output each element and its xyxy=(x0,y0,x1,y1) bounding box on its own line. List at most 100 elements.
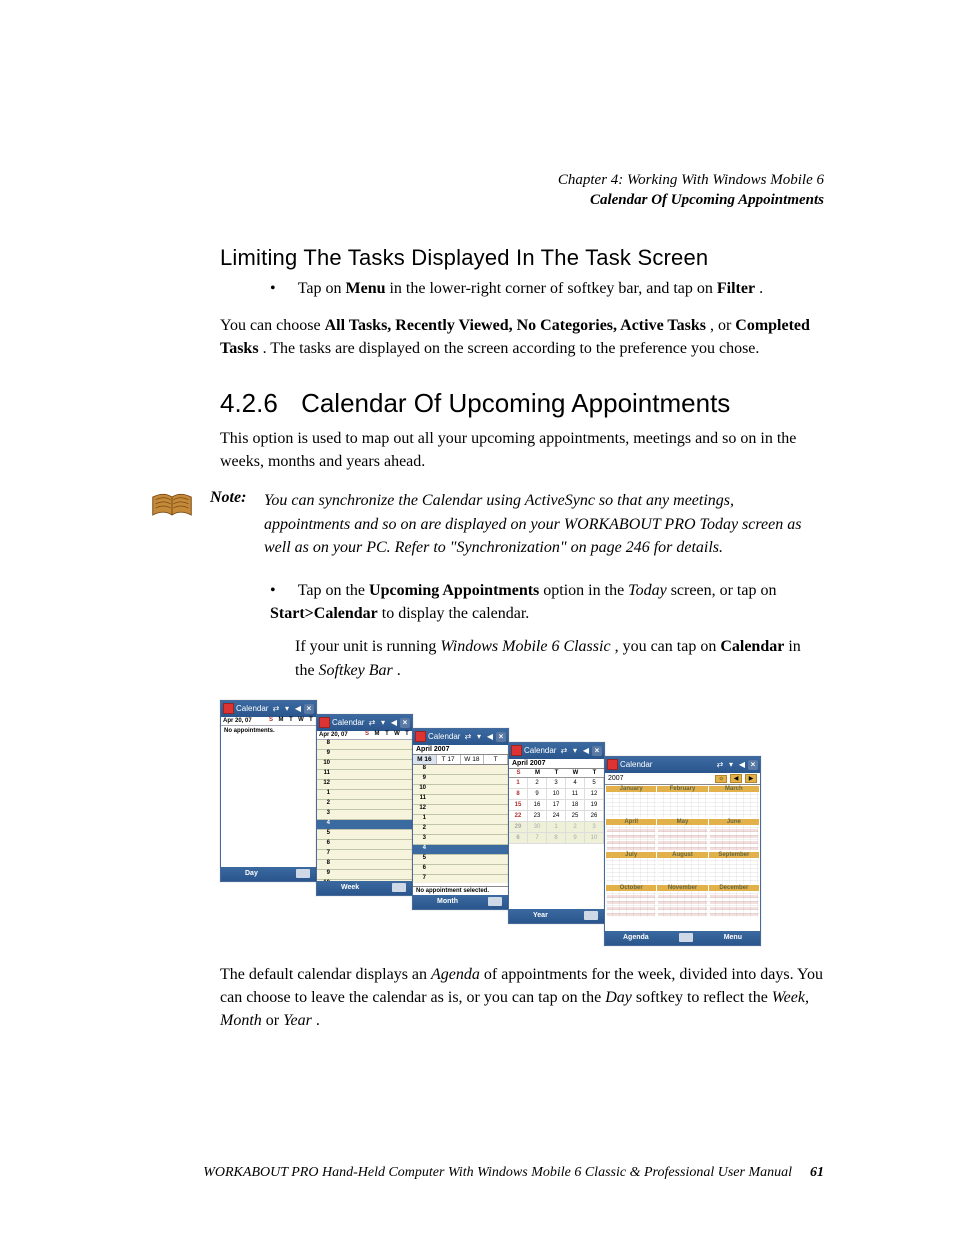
hour-cell[interactable] xyxy=(331,840,412,849)
month-day-cell[interactable]: 26 xyxy=(585,811,604,822)
hour-row[interactable]: 2 xyxy=(413,825,508,835)
month-day-cell[interactable]: 24 xyxy=(547,811,566,822)
hour-row[interactable]: 4 xyxy=(317,820,412,830)
hour-row[interactable]: 3 xyxy=(413,835,508,845)
start-icon[interactable] xyxy=(607,759,618,770)
month-day-cell[interactable]: 1 xyxy=(547,822,566,833)
hour-cell[interactable] xyxy=(427,835,508,844)
volume-icon[interactable]: ◀ xyxy=(485,732,495,742)
dow-m[interactable]: M xyxy=(276,717,286,725)
close-icon[interactable]: × xyxy=(592,746,602,756)
dow-t2[interactable]: T xyxy=(306,717,316,725)
softkey-week[interactable]: Week xyxy=(341,884,359,891)
month-day-cell[interactable]: 8 xyxy=(509,789,528,800)
hour-row[interactable]: 9 xyxy=(413,775,508,785)
month-day-cell[interactable]: 15 xyxy=(509,800,528,811)
volume-icon[interactable]: ◀ xyxy=(581,746,591,756)
hour-cell[interactable] xyxy=(427,775,508,784)
month-day-cell[interactable]: 9 xyxy=(566,833,585,844)
month-day-cell[interactable]: 4 xyxy=(566,778,585,789)
softkey-year[interactable]: Year xyxy=(533,912,548,919)
mini-month[interactable]: July xyxy=(606,852,656,884)
hour-cell[interactable] xyxy=(427,825,508,834)
hour-row[interactable]: 2 xyxy=(317,800,412,810)
hour-cell[interactable] xyxy=(331,770,412,779)
hour-cell[interactable] xyxy=(331,850,412,859)
hour-row[interactable]: 6 xyxy=(317,840,412,850)
month-day-cell[interactable]: 17 xyxy=(547,800,566,811)
hour-row[interactable]: 5 xyxy=(317,830,412,840)
month-day-cell[interactable]: 10 xyxy=(585,833,604,844)
close-icon[interactable]: × xyxy=(400,718,410,728)
volume-icon[interactable]: ◀ xyxy=(293,704,303,714)
keyboard-icon[interactable] xyxy=(392,883,406,892)
mini-month[interactable]: May xyxy=(657,819,707,851)
month-day-cell[interactable]: 7 xyxy=(528,833,547,844)
softkey-month[interactable]: Month xyxy=(437,898,458,905)
hour-row[interactable]: 8 xyxy=(413,765,508,775)
keyboard-icon[interactable] xyxy=(296,869,310,878)
keyboard-icon[interactable] xyxy=(488,897,502,906)
month-day-cell[interactable]: 16 xyxy=(528,800,547,811)
hour-row[interactable]: 12 xyxy=(317,780,412,790)
hour-cell[interactable] xyxy=(427,865,508,874)
week-tab[interactable]: M 16 xyxy=(413,755,437,764)
volume-icon[interactable]: ◀ xyxy=(389,718,399,728)
hour-row[interactable]: 6 xyxy=(413,865,508,875)
mini-month[interactable]: June xyxy=(709,819,759,851)
mini-month[interactable]: January xyxy=(606,786,656,818)
hour-row[interactable]: 9 xyxy=(317,750,412,760)
hour-row[interactable]: 3 xyxy=(317,810,412,820)
connectivity-icon[interactable]: ⇄ xyxy=(367,718,377,728)
keyboard-icon[interactable] xyxy=(679,933,693,942)
month-day-cell[interactable]: 2 xyxy=(566,822,585,833)
hour-cell[interactable] xyxy=(331,870,412,879)
hour-cell[interactable] xyxy=(331,860,412,869)
dow-t[interactable]: T xyxy=(286,717,296,725)
hour-cell[interactable] xyxy=(427,845,508,854)
close-icon[interactable]: × xyxy=(304,704,314,714)
signal-icon[interactable]: ▾ xyxy=(726,760,736,770)
connectivity-icon[interactable]: ⇄ xyxy=(715,760,725,770)
hour-cell[interactable] xyxy=(331,820,412,829)
hour-cell[interactable] xyxy=(427,875,508,883)
hour-row[interactable]: 11 xyxy=(413,795,508,805)
mini-month[interactable]: April xyxy=(606,819,656,851)
hour-row[interactable]: 10 xyxy=(413,785,508,795)
hour-row[interactable]: 7 xyxy=(317,850,412,860)
hour-cell[interactable] xyxy=(331,780,412,789)
month-day-cell[interactable]: 1 xyxy=(509,778,528,789)
mini-month[interactable]: October xyxy=(606,885,656,917)
hour-row[interactable]: 12 xyxy=(413,805,508,815)
hour-cell[interactable] xyxy=(331,800,412,809)
start-icon[interactable] xyxy=(319,717,330,728)
signal-icon[interactable]: ▾ xyxy=(570,746,580,756)
dow-t[interactable]: T xyxy=(382,731,392,739)
prev-icon[interactable]: ◀ xyxy=(730,774,742,783)
close-icon[interactable]: × xyxy=(748,760,758,770)
signal-icon[interactable]: ▾ xyxy=(474,732,484,742)
softkey-day[interactable]: Day xyxy=(245,870,258,877)
month-day-cell[interactable]: 19 xyxy=(585,800,604,811)
next-icon[interactable]: ▶ xyxy=(745,774,757,783)
start-icon[interactable] xyxy=(415,731,426,742)
connectivity-icon[interactable]: ⇄ xyxy=(271,704,281,714)
mini-month[interactable]: March xyxy=(709,786,759,818)
dow-t2[interactable]: T xyxy=(402,731,412,739)
hour-row[interactable]: 4 xyxy=(413,845,508,855)
start-icon[interactable] xyxy=(223,703,234,714)
month-day-cell[interactable]: 3 xyxy=(547,778,566,789)
hour-cell[interactable] xyxy=(331,760,412,769)
mini-month[interactable]: November xyxy=(657,885,707,917)
hour-row[interactable]: 1 xyxy=(317,790,412,800)
today-icon[interactable]: ☼ xyxy=(715,775,727,783)
hour-row[interactable]: 9 xyxy=(317,870,412,880)
month-day-cell[interactable]: 29 xyxy=(509,822,528,833)
mini-month[interactable]: September xyxy=(709,852,759,884)
month-day-cell[interactable]: 23 xyxy=(528,811,547,822)
volume-icon[interactable]: ◀ xyxy=(737,760,747,770)
month-day-cell[interactable]: 6 xyxy=(509,833,528,844)
hour-row[interactable]: 7 xyxy=(413,875,508,883)
signal-icon[interactable]: ▾ xyxy=(282,704,292,714)
month-day-cell[interactable]: 3 xyxy=(585,822,604,833)
